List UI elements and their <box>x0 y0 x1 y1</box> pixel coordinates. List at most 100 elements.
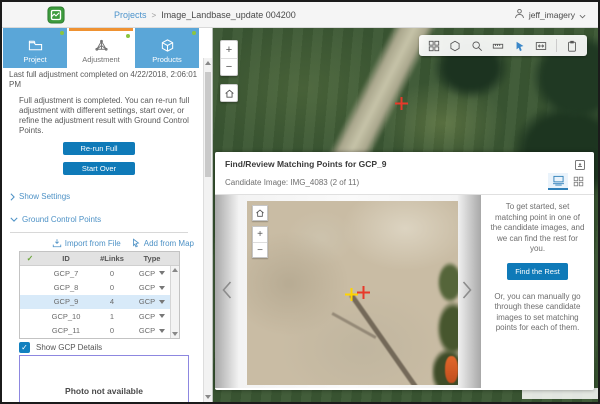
find-the-rest-button[interactable]: Find the Rest <box>507 263 568 280</box>
scroll-up-icon[interactable] <box>172 268 178 272</box>
scroll-down-icon[interactable] <box>172 332 178 336</box>
last-adjustment-status: Last full adjustment completed on 4/22/2… <box>9 70 199 89</box>
candidate-image-viewer[interactable]: + − <box>247 201 458 385</box>
viewer-zoom-in-button[interactable]: + <box>253 227 267 242</box>
add-from-map-link[interactable]: Add from Map <box>131 238 194 248</box>
tab-products[interactable]: Products <box>135 28 199 68</box>
tab-label: Project <box>23 55 46 64</box>
gcp-table-row[interactable]: GCP_10 1 GCP <box>20 309 179 323</box>
gcp-type: GCP <box>139 283 155 292</box>
basemap-tool[interactable] <box>449 39 462 52</box>
chevron-right-icon <box>10 193 15 201</box>
gcp-id: GCP_9 <box>40 297 92 306</box>
viewer-zoom-control: + − <box>252 226 268 258</box>
gcp-type: GCP <box>139 269 155 278</box>
tab-label: Adjustment <box>82 55 120 64</box>
zoom-in-button[interactable]: + <box>221 41 237 58</box>
gcp-id: GCP_8 <box>40 283 92 292</box>
map-canvas[interactable]: + − Find/Review Matching Points for GCP_… <box>213 28 598 402</box>
scroll-up-icon[interactable] <box>205 61 211 65</box>
select-gcp-tool[interactable] <box>513 39 526 52</box>
tab-project[interactable]: Project <box>3 28 67 68</box>
gcp-id: GCP_7 <box>40 269 92 278</box>
gcp-type-dropdown[interactable]: GCP <box>132 297 172 306</box>
clipboard-tool[interactable] <box>566 39 579 52</box>
import-from-file-link[interactable]: Import from File <box>52 238 121 248</box>
dropdown-arrow-icon <box>159 300 165 304</box>
gcp-links: 1 <box>92 312 132 321</box>
cursor-icon <box>131 238 141 248</box>
next-image-arrow[interactable] <box>462 281 472 304</box>
import-from-file-label: Import from File <box>65 239 121 248</box>
viewer-home-button[interactable] <box>252 205 268 221</box>
manual-text: Or, you can manually go through these ca… <box>481 292 594 334</box>
gcp-id: GCP_11 <box>40 326 92 335</box>
gcp-table-row[interactable]: GCP_7 0 GCP <box>20 266 179 280</box>
gcp-table-row[interactable]: GCP_11 0 GCP <box>20 324 179 338</box>
gcp-type: GCP <box>139 312 155 321</box>
matching-panel-title: Find/Review Matching Points for GCP_9 <box>225 159 387 169</box>
search-tool[interactable] <box>470 39 483 52</box>
dropdown-arrow-icon <box>159 286 165 290</box>
import-icon <box>52 238 62 248</box>
status-dot <box>192 31 196 35</box>
gcp-id: GCP_10 <box>40 312 92 321</box>
single-view-toggle[interactable] <box>548 173 568 190</box>
viewer-zoom-out-button[interactable]: − <box>253 242 267 257</box>
divider <box>10 232 188 233</box>
gcp-type: GCP <box>139 297 155 306</box>
show-gcp-details-checkbox[interactable]: ✓ <box>19 342 30 353</box>
top-bar: Projects > Image_Landbase_update 004200 … <box>2 2 598 28</box>
tab-adjustment[interactable]: Adjustment <box>69 28 133 68</box>
measure-tool[interactable] <box>492 39 505 52</box>
dropdown-arrow-icon <box>159 271 165 275</box>
previous-image-arrow[interactable] <box>222 281 232 304</box>
breadcrumb-projects-link[interactable]: Projects <box>114 10 147 20</box>
photo-not-available-text: Photo not available <box>20 386 188 396</box>
collapse-panel-icon[interactable] <box>574 158 586 170</box>
home-extent-button[interactable] <box>220 84 238 102</box>
panel-scrollbar[interactable] <box>203 58 212 402</box>
intro-text: To get started, set matching point in on… <box>481 202 594 255</box>
grid-view-toggle[interactable] <box>568 173 588 190</box>
table-scrollbar[interactable] <box>170 266 179 338</box>
gcp-table-body: GCP_7 0 GCP GCP_8 0 GCP GCP_9 4 GCP GCP_… <box>20 266 179 338</box>
status-dot <box>126 34 130 38</box>
candidate-carousel: + − <box>215 195 481 388</box>
map-toolbar <box>419 35 587 56</box>
gcp-table: ✓ ID #Links Type GCP_7 0 GCP GCP_8 0 GCP… <box>19 251 180 339</box>
app-window: Projects > Image_Landbase_update 004200 … <box>0 0 600 404</box>
gcp-table-row[interactable]: GCP_8 0 GCP <box>20 280 179 294</box>
extent-tool[interactable] <box>535 39 548 52</box>
map-zoom-control: + − <box>220 40 238 76</box>
gcp-marker-cross[interactable] <box>395 97 408 110</box>
pole-shadow <box>349 294 417 385</box>
scrollbar-thumb[interactable] <box>205 72 211 177</box>
start-over-button[interactable]: Start Over <box>63 162 135 175</box>
dropdown-arrow-icon <box>159 329 165 333</box>
adjustment-side-panel: Project Adjustment Products Last full ad… <box>2 28 213 402</box>
gcp-type-dropdown[interactable]: GCP <box>132 326 172 335</box>
image-grid-tool[interactable] <box>427 39 440 52</box>
chevron-down-icon <box>10 217 18 222</box>
gcp-links: 4 <box>92 297 132 306</box>
zoom-out-button[interactable]: − <box>221 58 237 75</box>
projected-point-red-cross[interactable] <box>357 286 370 299</box>
gcp-type-dropdown[interactable]: GCP <box>132 283 172 292</box>
show-settings-link[interactable]: Show Settings <box>10 192 70 201</box>
matching-points-panel: Find/Review Matching Points for GCP_9 Ca… <box>215 152 594 390</box>
toolbar-separator <box>556 39 557 52</box>
scroll-down-icon[interactable] <box>205 395 211 399</box>
breadcrumb-separator: > <box>152 11 157 20</box>
dropdown-arrow-icon <box>159 314 165 318</box>
rerun-full-button[interactable]: Re-run Full <box>63 142 135 155</box>
col-header-type: Type <box>132 254 172 263</box>
gcp-table-row[interactable]: GCP_9 4 GCP <box>20 295 179 309</box>
adjustment-description: Full adjustment is completed. You can re… <box>19 96 193 136</box>
user-menu[interactable]: jeff_imagery <box>514 2 586 28</box>
gcp-type-dropdown[interactable]: GCP <box>132 269 172 278</box>
gcp-section-toggle[interactable]: Ground Control Points <box>10 215 101 224</box>
candidate-image-label: Candidate Image: IMG_4083 (2 of 11) <box>225 178 359 187</box>
gcp-type-dropdown[interactable]: GCP <box>132 312 172 321</box>
show-gcp-details-label: Show GCP Details <box>36 343 102 352</box>
